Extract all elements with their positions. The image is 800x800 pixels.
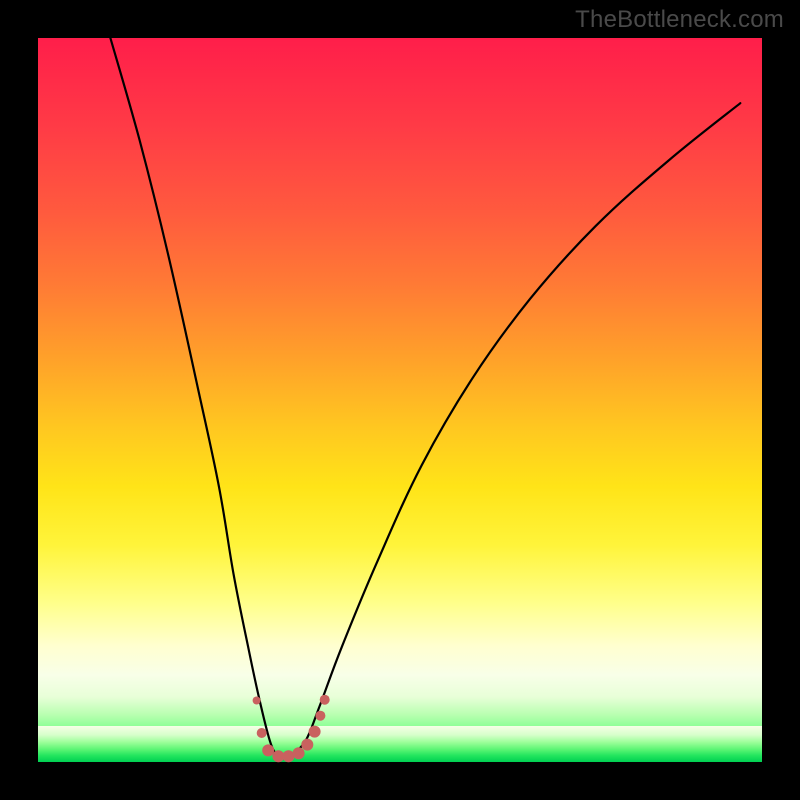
trough-marker <box>309 726 321 738</box>
trough-marker <box>293 747 305 759</box>
plot-area <box>38 38 762 762</box>
trough-marker <box>315 711 325 721</box>
trough-marker <box>257 728 267 738</box>
watermark-text: TheBottleneck.com <box>575 6 784 34</box>
chart-frame: TheBottleneck.com <box>0 0 800 800</box>
trough-marker <box>320 695 330 705</box>
bottleneck-curve <box>110 38 740 758</box>
trough-markers <box>253 695 330 763</box>
curve-layer <box>38 38 762 762</box>
trough-marker <box>253 697 261 705</box>
trough-marker <box>262 744 274 756</box>
trough-marker <box>301 739 313 751</box>
trough-marker <box>283 750 295 762</box>
